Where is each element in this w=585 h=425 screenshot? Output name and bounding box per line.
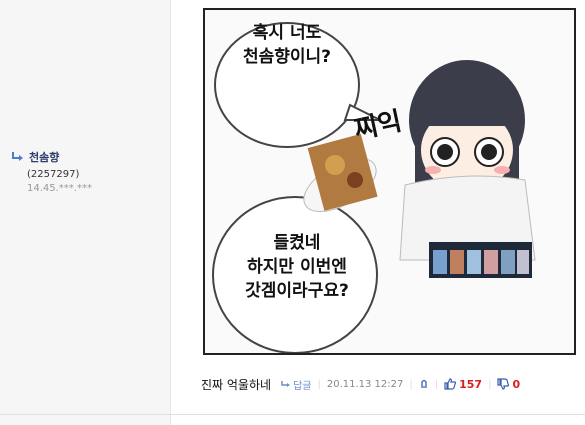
reply-arrow-icon	[281, 380, 291, 387]
comic-image: 혹시 너도 천솜향이니? 찌익 들켰네 하지만 이번엔 갓겜이라구요?	[203, 8, 576, 355]
dislike-count: 0	[512, 377, 521, 391]
report-icon	[420, 379, 427, 388]
thumbs-up-icon	[444, 378, 457, 390]
like-button[interactable]: 157	[444, 378, 482, 391]
like-count: 157	[459, 377, 483, 391]
author-ip: 14.45.***.***	[27, 183, 92, 194]
reply-label: 답글	[293, 380, 312, 392]
divider-line	[0, 414, 585, 415]
author-row: 천솜향	[11, 149, 92, 165]
author-name[interactable]: 천솜향	[29, 149, 59, 165]
reply-button[interactable]: 답글	[281, 377, 311, 392]
report-button[interactable]	[419, 378, 429, 391]
divider: |	[409, 378, 413, 390]
top-bubble-text: 혹시 너도 천솜향이니?	[242, 23, 332, 67]
divider: |	[317, 378, 321, 390]
divider: |	[434, 378, 439, 390]
comment-date: 20.11.13 12:27	[326, 378, 404, 390]
comment-text: 진짜 억울하네	[201, 377, 272, 392]
comment-footer: 진짜 억울하네 답글 | 20.11.13 12:27 | | 157 | 0	[197, 374, 585, 394]
comment-sidebar: 천솜향 (2257297) 14.45.***.***	[0, 0, 171, 425]
dislike-button[interactable]: 0	[497, 378, 520, 391]
divider: |	[488, 378, 492, 390]
bottom-bubble-text: 들켰네 하지만 이번엔 갓겜이라구요?	[245, 233, 349, 301]
thumbs-down-icon	[497, 378, 510, 390]
reply-arrow-icon	[12, 152, 23, 161]
author-info: 천솜향 (2257297) 14.45.***.***	[11, 149, 92, 194]
author-id: (2257297)	[27, 169, 80, 180]
